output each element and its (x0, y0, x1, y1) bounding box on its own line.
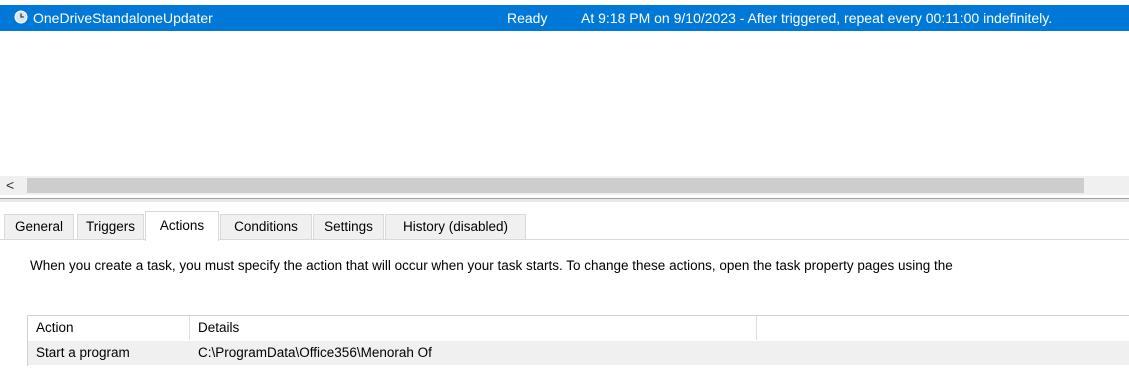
scroll-left-arrow-icon[interactable]: < (6, 176, 20, 195)
column-header-empty (757, 316, 1129, 340)
task-status: Ready (507, 10, 548, 26)
scrollbar-thumb[interactable] (27, 178, 1084, 193)
tab-actions[interactable]: Actions (145, 211, 219, 241)
tab-history[interactable]: History (disabled) (385, 214, 526, 239)
tab-settings[interactable]: Settings (313, 214, 384, 239)
cell-action: Start a program (36, 345, 130, 360)
task-name: OneDriveStandaloneUpdater (33, 10, 213, 26)
cell-details: C:\ProgramData\Office356\Menorah Of (198, 345, 432, 360)
table-row[interactable]: Start a program C:\ProgramData\Office356… (28, 341, 1129, 365)
clock-icon (14, 10, 28, 24)
task-list-row-selected[interactable]: OneDriveStandaloneUpdater Ready At 9:18 … (0, 5, 1129, 31)
task-trigger: At 9:18 PM on 9/10/2023 - After triggere… (581, 10, 1053, 26)
actions-table: Action Details Start a program C:\Progra… (27, 315, 1129, 366)
tab-conditions[interactable]: Conditions (220, 214, 312, 239)
pane-splitter[interactable] (0, 198, 1129, 202)
tab-general[interactable]: General (4, 214, 74, 239)
actions-description: When you create a task, you must specify… (30, 258, 953, 273)
horizontal-scrollbar[interactable]: < (0, 176, 1129, 195)
column-header-details[interactable]: Details (190, 316, 757, 340)
tab-triggers[interactable]: Triggers (77, 214, 144, 239)
column-header-action[interactable]: Action (28, 316, 190, 340)
